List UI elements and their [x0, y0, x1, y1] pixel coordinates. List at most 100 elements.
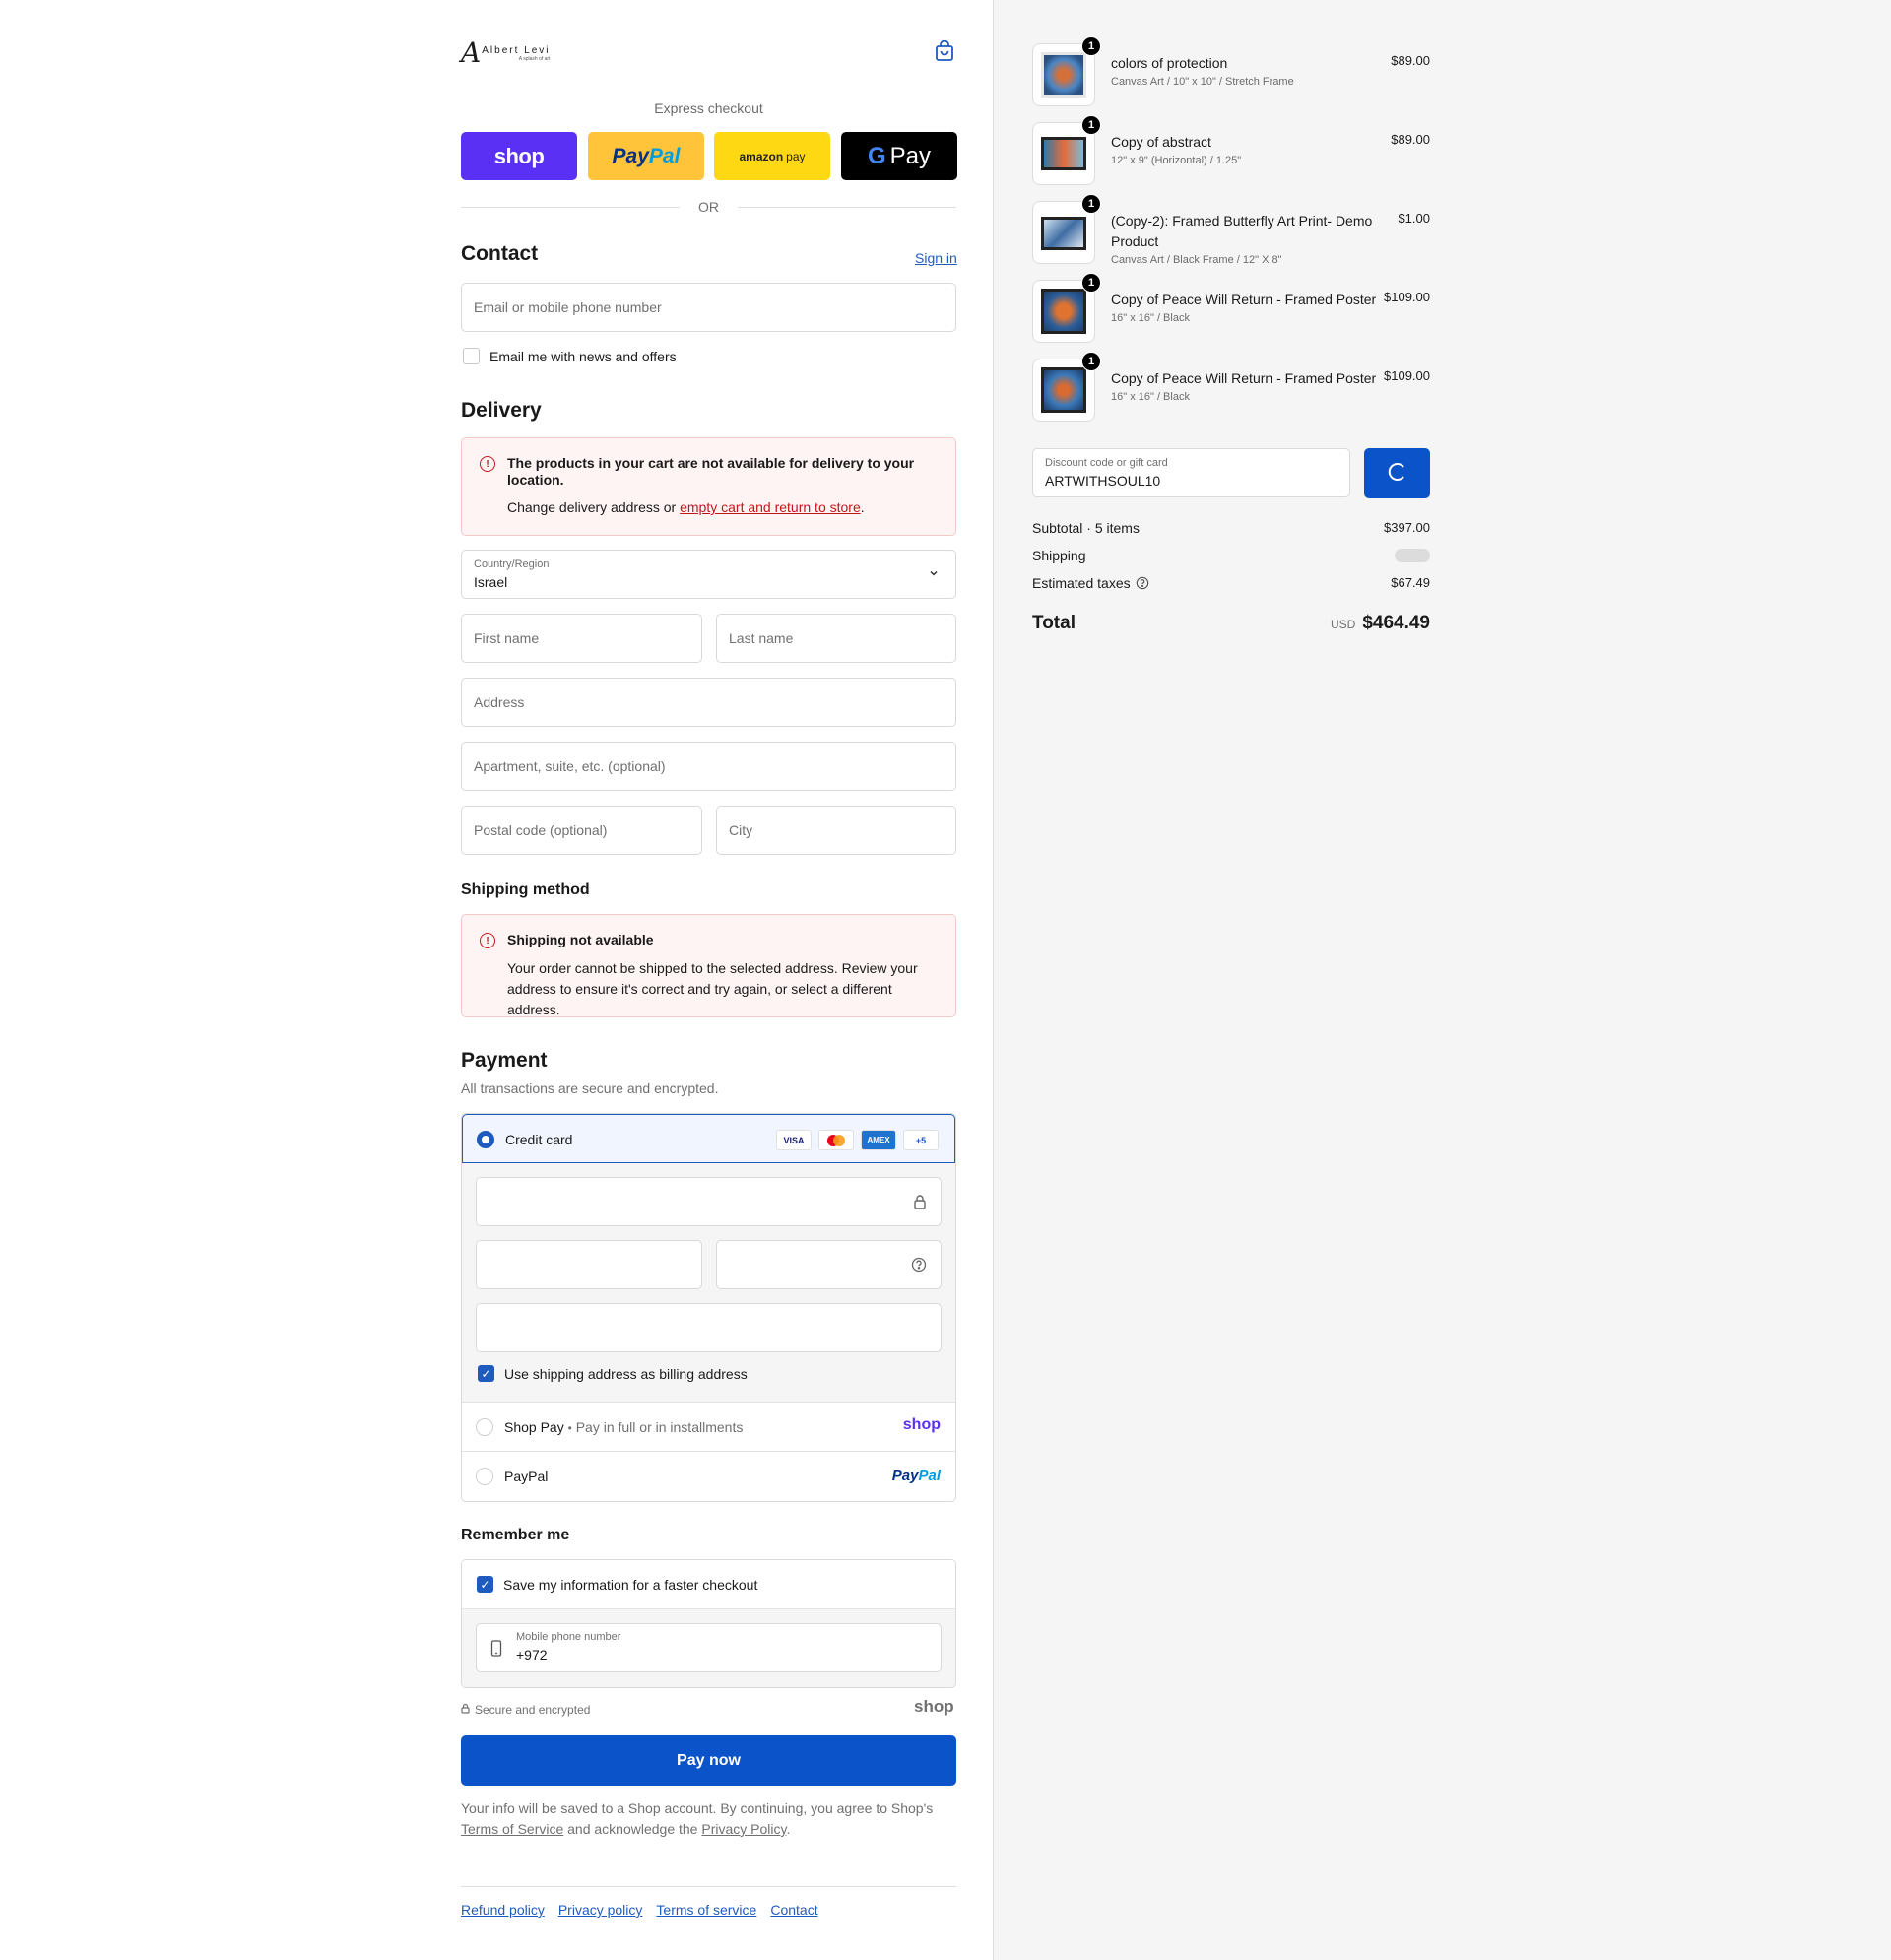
shop-pay-option[interactable]: Shop Pay • Pay in full or in installment…	[462, 1403, 955, 1452]
refund-policy-link[interactable]: Refund policy	[461, 1902, 545, 1918]
remember-me-heading: Remember me	[461, 1527, 570, 1543]
total-value: $464.49	[1362, 613, 1430, 633]
delivery-alert-body: Change delivery address or empty cart an…	[507, 497, 936, 518]
lock-icon	[461, 1703, 470, 1717]
paypal-logo: PayPal	[892, 1468, 941, 1484]
remember-me-box: ✓ Save my information for a faster check…	[461, 1559, 956, 1688]
privacy-policy-link[interactable]: Privacy policy	[558, 1902, 643, 1918]
error-icon: !	[480, 456, 495, 472]
city-placeholder: City	[729, 822, 753, 838]
country-select[interactable]: Country/Region Israel	[461, 550, 956, 599]
credit-card-radio[interactable]	[477, 1131, 494, 1148]
legal-text: Your info will be saved to a Shop accoun…	[461, 1798, 956, 1840]
postal-placeholder: Postal code (optional)	[474, 822, 608, 838]
contact-link[interactable]: Contact	[770, 1902, 817, 1918]
subtotal-row: Subtotal · 5 items $397.00	[1032, 520, 1430, 536]
product-price: $109.00	[1384, 290, 1430, 304]
product-name: Copy of Peace Will Return - Framed Poste…	[1111, 292, 1377, 307]
footer-divider	[461, 1886, 956, 1887]
card-number-field[interactable]	[476, 1177, 942, 1226]
shop-label: shop	[493, 143, 545, 168]
terms-of-service-link[interactable]: Terms of service	[656, 1902, 756, 1918]
shipping-loading-placeholder	[1395, 549, 1430, 562]
product-variant: 12" x 9" (Horizontal) / 1.25"	[1111, 155, 1242, 166]
amazon-pay-express-button[interactable]: amazon pay	[714, 132, 830, 180]
secure-note: Secure and encrypted	[461, 1703, 590, 1717]
last-name-field[interactable]: Last name	[716, 614, 956, 663]
google-pay-express-button[interactable]: G Pay	[841, 132, 957, 180]
subtotal-label: Subtotal · 5 items	[1032, 520, 1140, 536]
country-label: Country/Region	[474, 558, 550, 570]
terms-link[interactable]: Terms of Service	[461, 1821, 563, 1837]
card-fields: ✓ Use shipping address as billing addres…	[462, 1163, 955, 1403]
expiration-date-field[interactable]	[476, 1240, 702, 1289]
apartment-field[interactable]: Apartment, suite, etc. (optional)	[461, 742, 956, 791]
shop-pay-radio[interactable]	[476, 1418, 493, 1436]
billing-address-label: Use shipping address as billing address	[504, 1366, 748, 1382]
shop-pay-label: Shop Pay • Pay in full or in installment…	[504, 1419, 743, 1435]
empty-cart-link[interactable]: empty cart and return to store	[680, 499, 861, 515]
quantity-badge: 1	[1081, 273, 1101, 293]
first-name-field[interactable]: First name	[461, 614, 702, 663]
product-variant: 16" x 16" / Black	[1111, 391, 1190, 403]
newsletter-checkbox[interactable]	[463, 348, 480, 364]
taxes-label: Estimated taxes	[1032, 575, 1131, 591]
cart-item: 1 (Copy-2): Framed Butterfly Art Print- …	[1032, 194, 1430, 266]
more-cards-badge: +5	[903, 1130, 939, 1150]
phone-value: +972	[516, 1647, 548, 1663]
country-value: Israel	[474, 574, 508, 590]
product-price: $109.00	[1384, 368, 1430, 383]
mobile-phone-field[interactable]: Mobile phone number +972	[476, 1623, 942, 1672]
product-thumbnail: 1	[1032, 115, 1101, 185]
delivery-heading: Delivery	[461, 399, 542, 422]
legal-mid: and acknowledge the	[563, 1821, 702, 1837]
delivery-alert-suffix: .	[860, 499, 865, 515]
email-field[interactable]: Email or mobile phone number	[461, 283, 956, 332]
product-variant: Canvas Art / Black Frame / 12" X 8"	[1111, 254, 1282, 266]
postal-code-field[interactable]: Postal code (optional)	[461, 806, 702, 855]
pay-now-button[interactable]: Pay now	[461, 1735, 956, 1786]
secure-text: Secure and encrypted	[475, 1703, 591, 1717]
currency-code: USD	[1330, 618, 1356, 631]
discount-code-field[interactable]: Discount code or gift card ARTWITHSOUL10	[1032, 448, 1350, 497]
error-icon: !	[480, 933, 495, 948]
paypal-option[interactable]: PayPal PayPal	[462, 1452, 955, 1501]
shop-pay-logo: shop	[902, 1416, 941, 1433]
store-logo[interactable]: A Albert Levi A splash of art	[461, 39, 550, 67]
paypal-logo-pal: Pal	[918, 1468, 941, 1484]
logo-name: Albert Levi	[482, 44, 551, 56]
product-image	[1041, 367, 1086, 413]
paypal-express-button[interactable]: Pay Pal	[588, 132, 704, 180]
billing-address-checkbox[interactable]: ✓	[478, 1365, 494, 1382]
cart-bag-icon[interactable]	[935, 39, 954, 62]
cart-item: 1 Copy of Peace Will Return - Framed Pos…	[1032, 273, 1430, 345]
security-code-field[interactable]	[716, 1240, 942, 1289]
delivery-error-alert: ! The products in your cart are not avai…	[461, 437, 956, 536]
sign-in-link[interactable]: Sign in	[915, 250, 957, 266]
name-on-card-field[interactable]	[476, 1303, 942, 1352]
shop-pay-subtitle: Pay in full or in installments	[575, 1419, 744, 1435]
quantity-badge: 1	[1081, 36, 1101, 56]
paypal-label: PayPal	[504, 1469, 549, 1484]
city-field[interactable]: City	[716, 806, 956, 855]
payment-subtitle: All transactions are secure and encrypte…	[461, 1080, 719, 1096]
shipping-error-alert: ! Shipping not available Your order cann…	[461, 914, 956, 1017]
shop-pay-dot: •	[567, 1421, 572, 1435]
mastercard-icon	[818, 1130, 854, 1150]
product-price: $89.00	[1391, 53, 1430, 68]
address-field[interactable]: Address	[461, 678, 956, 727]
logo-tagline: A splash of art	[518, 55, 551, 62]
quantity-badge: 1	[1081, 115, 1101, 135]
shipping-alert-title: Shipping not available	[507, 932, 654, 947]
delivery-alert-title: The products in your cart are not availa…	[507, 455, 915, 488]
privacy-link[interactable]: Privacy Policy	[701, 1821, 786, 1837]
save-info-checkbox[interactable]: ✓	[477, 1576, 493, 1593]
product-image	[1041, 217, 1086, 250]
shop-pay-express-button[interactable]: shop	[461, 132, 577, 180]
help-circle-icon[interactable]	[1136, 576, 1149, 593]
credit-card-option[interactable]: Credit card VISA AMEX +5	[462, 1114, 955, 1163]
cart-item: 1 Copy of abstract 12" x 9" (Horizontal) …	[1032, 115, 1430, 187]
help-circle-icon[interactable]	[911, 1257, 927, 1275]
paypal-radio[interactable]	[476, 1468, 493, 1485]
apply-discount-button[interactable]	[1364, 448, 1430, 498]
